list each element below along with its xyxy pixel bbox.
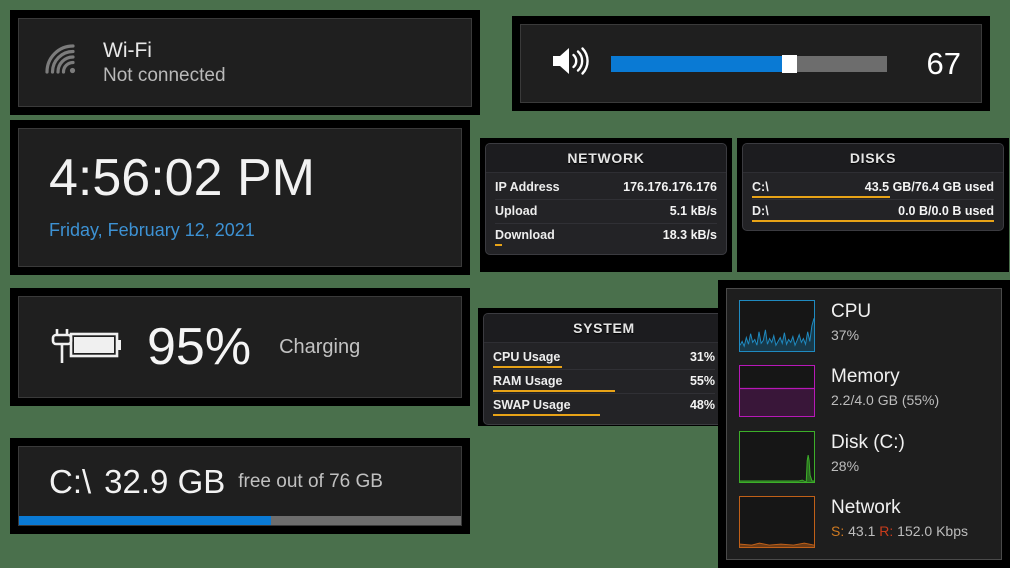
gadget-row-label: D:\ [752, 204, 769, 218]
wifi-status: Not connected [103, 64, 226, 86]
network-send-label: S: [831, 522, 845, 539]
gadget-row-label: SWAP Usage [493, 398, 571, 412]
wifi-icon [41, 42, 81, 83]
gadget-row-label: CPU Usage [493, 350, 561, 364]
network-gadget-body: NETWORK IP Address 176.176.176.176 Upload 5… [485, 143, 727, 255]
gadget-row: Download 18.3 kB/s [495, 223, 717, 247]
disk-free-progress-fill [19, 516, 271, 525]
system-gadget-title: SYSTEM [484, 314, 724, 343]
gadget-row: SWAP Usage 48% [493, 393, 715, 417]
performance-graph [739, 300, 815, 352]
network-send-value: 43.1 [844, 522, 880, 539]
gadget-row-bar [493, 366, 562, 368]
gadget-row-label: C:\ [752, 180, 769, 194]
performance-row[interactable]: Network S: 43.1 R: 152.0 Kbps [739, 495, 989, 548]
performance-graph [739, 365, 815, 418]
battery-status: Charging [279, 335, 361, 358]
performance-panel: CPU 37% Memory 2.2/4.0 GB (55%) Disk (C:) 28%… [726, 288, 1002, 560]
disks-gadget-title: DISKS [743, 144, 1003, 173]
gadget-row-bar [493, 390, 616, 392]
gadget-row-value: 55% [689, 374, 715, 388]
performance-detail: 37% [831, 326, 860, 343]
clock-panel: 4:56:02 PM Friday, February 12, 2021 [18, 128, 462, 267]
network-gadget[interactable]: NETWORK IP Address 176.176.176.176 Upload 5… [480, 138, 732, 272]
performance-row[interactable]: CPU 37% [739, 300, 989, 352]
battery-widget[interactable]: 95% Charging [10, 288, 470, 406]
system-gadget-rows: CPU Usage 31% RAM Usage 55% SWAP Usage 48% [484, 343, 724, 424]
gadget-row-value: 0.0 B/0.0 B used [898, 204, 994, 218]
performance-detail: 2.2/4.0 GB (55%) [831, 392, 940, 409]
performance-widget[interactable]: CPU 37% Memory 2.2/4.0 GB (55%) Disk (C:) 28%… [718, 280, 1010, 568]
wifi-widget[interactable]: Wi-Fi Not connected [10, 10, 480, 115]
clock-time: 4:56:02 PM [49, 149, 315, 207]
volume-panel: 67 [520, 24, 982, 103]
gadget-row: RAM Usage 55% [493, 369, 715, 393]
performance-row[interactable]: Memory 2.2/4.0 GB (55%) [739, 365, 989, 418]
gadget-row-value: 5.1 kB/s [669, 204, 717, 218]
wifi-panel: Wi-Fi Not connected [18, 18, 472, 107]
disk-free-amount: 32.9 GB [104, 462, 226, 500]
volume-slider[interactable] [611, 54, 887, 73]
gadget-row-label: IP Address [495, 180, 560, 194]
gadget-row-value: 43.5 GB/76.4 GB used [864, 180, 994, 194]
volume-slider-thumb[interactable] [782, 54, 798, 73]
performance-graph [739, 430, 815, 483]
disk-free-widget[interactable]: C:\ 32.9 GB free out of 76 GB [10, 438, 470, 534]
network-gadget-title: NETWORK [486, 144, 726, 173]
wifi-title: Wi-Fi [103, 38, 152, 62]
performance-title: Network [831, 496, 901, 518]
performance-title: CPU [831, 301, 872, 322]
gadget-row-bar [493, 414, 600, 416]
clock-date: Friday, February 12, 2021 [49, 219, 255, 240]
gadget-row-bar [752, 220, 994, 222]
gadget-row-bar [752, 196, 890, 198]
volume-widget[interactable]: 67 [512, 16, 990, 111]
disk-free-panel: C:\ 32.9 GB free out of 76 GB [18, 446, 462, 526]
clock-widget[interactable]: 4:56:02 PM Friday, February 12, 2021 [10, 120, 470, 275]
gadget-row-label: RAM Usage [493, 374, 563, 388]
network-recv-label: R: [879, 522, 894, 539]
network-recv-value: 152.0 Kbps [893, 522, 968, 539]
gadget-row-label: Download [495, 228, 555, 242]
system-gadget[interactable]: SYSTEM CPU Usage 31% RAM Usage 55% SWAP Usag… [478, 308, 730, 426]
performance-row[interactable]: Disk (C:) 28% [739, 430, 989, 483]
gadget-row-value: 176.176.176.176 [623, 180, 717, 194]
gadget-row-value: 31% [689, 350, 715, 364]
volume-value: 67 [926, 45, 961, 81]
battery-charging-icon [47, 321, 131, 374]
gadget-row-value: 18.3 kB/s [662, 228, 717, 242]
gadget-row: Upload 5.1 kB/s [495, 199, 717, 223]
speaker-icon[interactable] [549, 44, 589, 83]
gadget-row: C:\ 43.5 GB/76.4 GB used [752, 176, 994, 199]
gadget-row-label: Upload [495, 204, 538, 218]
gadget-row: CPU Usage 31% [493, 346, 715, 369]
gadget-row: D:\ 0.0 B/0.0 B used [752, 199, 994, 223]
disk-free-drive: C:\ [49, 462, 92, 500]
volume-slider-fill [611, 55, 783, 72]
disks-gadget-rows: C:\ 43.5 GB/76.4 GB used D:\ 0.0 B/0.0 B us… [743, 173, 1003, 230]
disk-free-caption: free out of 76 GB [238, 470, 383, 492]
gadget-row-bar [495, 244, 502, 246]
disk-free-progressbar [19, 516, 461, 525]
performance-detail: 28% [831, 457, 860, 474]
performance-title: Disk (C:) [831, 431, 905, 453]
disks-gadget[interactable]: DISKS C:\ 43.5 GB/76.4 GB used D:\ 0.0 B/0.… [737, 138, 1009, 272]
battery-percent: 95% [147, 318, 252, 376]
performance-title: Memory [831, 366, 900, 388]
performance-detail: S: 43.1 R: 152.0 Kbps [831, 523, 968, 539]
system-gadget-body: SYSTEM CPU Usage 31% RAM Usage 55% SWAP Usag… [483, 313, 725, 425]
performance-graph [739, 495, 815, 548]
battery-panel: 95% Charging [18, 296, 462, 398]
gadget-row-value: 48% [689, 398, 715, 412]
network-gadget-rows: IP Address 176.176.176.176 Upload 5.1 kB/s D… [486, 173, 726, 254]
gadget-row: IP Address 176.176.176.176 [495, 176, 717, 199]
disks-gadget-body: DISKS C:\ 43.5 GB/76.4 GB used D:\ 0.0 B/0.… [742, 143, 1004, 231]
